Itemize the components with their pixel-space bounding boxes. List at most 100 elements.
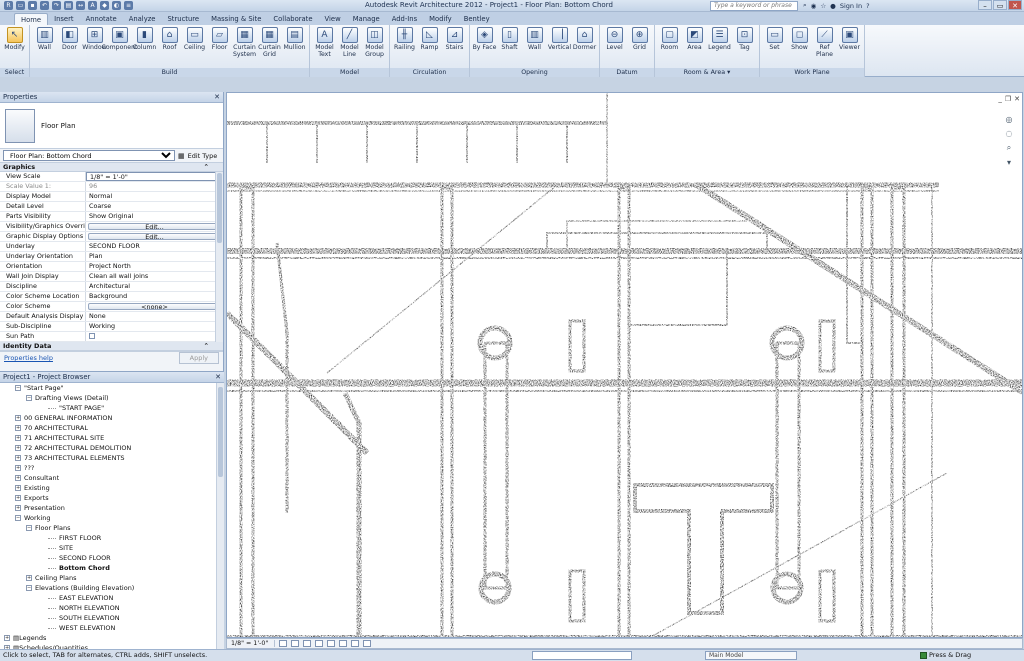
property-value[interactable]: Project North xyxy=(86,262,223,271)
expand-toggle-icon[interactable]: − xyxy=(26,525,32,531)
property-value[interactable]: Coarse xyxy=(86,202,223,211)
close-properties-icon[interactable]: ✕ xyxy=(214,92,220,103)
tree-item[interactable]: − "Start Page" xyxy=(0,383,224,393)
communication-icon[interactable]: ☆ xyxy=(820,2,826,10)
expand-toggle-icon[interactable]: + xyxy=(15,495,21,501)
minimize-button[interactable]: – xyxy=(978,0,992,10)
steering-wheel-icon[interactable]: ◌ xyxy=(1006,129,1013,138)
press-drag-toggle[interactable]: Press & Drag xyxy=(920,650,971,661)
expand-toggle-icon[interactable]: + xyxy=(4,635,10,641)
tab-analyze[interactable]: Analyze xyxy=(123,13,162,25)
expand-toggle-icon[interactable]: + xyxy=(15,465,21,471)
tree-item[interactable]: WEST ELEVATION xyxy=(0,623,224,633)
tab-structure[interactable]: Structure xyxy=(161,13,205,25)
expand-toggle-icon[interactable]: + xyxy=(15,455,21,461)
tab-home[interactable]: Home xyxy=(14,13,49,25)
property-value[interactable]: Architectural xyxy=(86,282,223,291)
tree-item[interactable]: "START PAGE" xyxy=(0,403,224,413)
property-edit-button[interactable]: Edit... xyxy=(88,233,221,240)
collapse-icon[interactable]: ⌃ xyxy=(204,163,209,172)
tree-item[interactable]: +73 ARCHITECTURAL ELEMENTS xyxy=(0,453,224,463)
tree-item[interactable]: Bottom Chord xyxy=(0,563,224,573)
tree-item[interactable]: + Exports xyxy=(0,493,224,503)
expand-toggle-icon[interactable]: + xyxy=(15,435,21,441)
text-icon[interactable]: A xyxy=(88,1,97,10)
show-crop-icon[interactable] xyxy=(339,640,348,647)
tree-item[interactable]: NORTH ELEVATION xyxy=(0,603,224,613)
save-icon[interactable]: ▪ xyxy=(28,1,37,10)
maximize-button[interactable]: ▭ xyxy=(993,0,1007,10)
property-value[interactable]: None xyxy=(86,312,223,321)
user-icon[interactable]: ● xyxy=(830,2,836,10)
tree-item[interactable]: +71 ARCHITECTURAL SITE xyxy=(0,433,224,443)
tree-item[interactable]: − Floor Plans xyxy=(0,523,224,533)
expand-toggle-icon[interactable]: − xyxy=(26,395,32,401)
crop-view-icon[interactable] xyxy=(327,640,336,647)
property-value[interactable]: Plan xyxy=(86,252,223,261)
tree-item[interactable]: SOUTH ELEVATION xyxy=(0,613,224,623)
sun-path-checkbox[interactable] xyxy=(89,333,95,339)
tree-item[interactable]: SECOND FLOOR xyxy=(0,553,224,563)
expand-toggle-icon[interactable]: + xyxy=(15,425,21,431)
property-section-identity-data[interactable]: Identity Data ⌃ xyxy=(0,342,223,351)
tab-add-ins[interactable]: Add-Ins xyxy=(386,13,423,25)
tree-item[interactable]: SITE xyxy=(0,543,224,553)
tab-collaborate[interactable]: Collaborate xyxy=(267,13,318,25)
type-selector-preview[interactable]: Floor Plan xyxy=(0,103,223,149)
tree-item[interactable]: − Elevations (Building Elevation) xyxy=(0,583,224,593)
expand-toggle-icon[interactable]: + xyxy=(15,505,21,511)
apply-button[interactable]: Apply xyxy=(178,352,219,364)
tree-item[interactable]: + ▤ Legends xyxy=(0,633,224,643)
tab-view[interactable]: View xyxy=(319,13,347,25)
view-restore-icon[interactable]: ❐ xyxy=(1005,95,1011,103)
property-edit-button[interactable]: Edit... xyxy=(88,223,221,230)
tab-insert[interactable]: Insert xyxy=(48,13,80,25)
properties-help-link[interactable]: Properties help xyxy=(4,354,53,362)
tree-item[interactable]: + Ceiling Plans xyxy=(0,573,224,583)
zoom-icon[interactable]: ⌕ xyxy=(1007,143,1011,153)
press-drag-checkbox[interactable] xyxy=(920,651,927,659)
tree-item[interactable]: + Presentation xyxy=(0,503,224,513)
sun-path-icon[interactable] xyxy=(303,640,312,647)
active-model-dropdown[interactable]: Main Model xyxy=(705,651,797,660)
detail-level-icon[interactable] xyxy=(279,640,288,647)
open-icon[interactable]: ▭ xyxy=(16,1,25,10)
navbar-menu-icon[interactable]: ▾ xyxy=(1007,158,1011,167)
tree-item[interactable]: + Consultant xyxy=(0,473,224,483)
expand-toggle-icon[interactable]: − xyxy=(15,515,21,521)
app-menu-icon[interactable]: R xyxy=(4,1,13,10)
viewcube-icon[interactable]: ◎ xyxy=(1006,115,1013,124)
property-value[interactable] xyxy=(86,332,223,341)
expand-toggle-icon[interactable]: + xyxy=(15,445,21,451)
property-value[interactable]: Normal xyxy=(86,192,223,201)
expand-toggle-icon[interactable]: − xyxy=(15,385,21,391)
subscription-icon[interactable]: ◉ xyxy=(811,2,817,10)
shadows-icon[interactable] xyxy=(315,640,324,647)
search-input[interactable]: Type a keyword or phrase xyxy=(710,1,798,11)
print-icon[interactable]: ▤ xyxy=(64,1,73,10)
tree-item[interactable]: − Working xyxy=(0,513,224,523)
tab-modify[interactable]: Modify xyxy=(423,13,458,25)
help-icon[interactable]: ? xyxy=(866,2,869,10)
edit-type-button[interactable]: Edit Type xyxy=(188,152,218,160)
view-minimize-icon[interactable]: _ xyxy=(998,95,1002,103)
expand-toggle-icon[interactable]: + xyxy=(15,475,21,481)
search-icon[interactable]: ⌕ xyxy=(803,1,807,10)
tab-annotate[interactable]: Annotate xyxy=(80,13,123,25)
view-close-icon[interactable]: ✕ xyxy=(1014,95,1020,103)
tree-item[interactable]: +72 ARCHITECTURAL DEMOLITION xyxy=(0,443,224,453)
tree-item[interactable]: FIRST FLOOR xyxy=(0,533,224,543)
filter-field[interactable] xyxy=(532,651,632,660)
expand-toggle-icon[interactable]: + xyxy=(26,575,32,581)
property-section-graphics[interactable]: Graphics ⌃ xyxy=(0,163,223,172)
view-scale-control[interactable]: 1/8" = 1'-0" xyxy=(231,640,276,647)
view-instance-dropdown[interactable]: Floor Plan: Bottom Chord xyxy=(3,150,175,161)
drawing-canvas[interactable]: _ ❐ ✕ ◎ ◌ ⌕ ▾ xyxy=(226,92,1023,638)
collapse-icon[interactable]: ⌃ xyxy=(204,342,209,351)
redo-icon[interactable]: ↷ xyxy=(52,1,61,10)
default-3d-icon[interactable]: ◆ xyxy=(100,1,109,10)
tree-item[interactable]: EAST ELEVATION xyxy=(0,593,224,603)
browser-scrollbar[interactable] xyxy=(216,383,224,650)
tree-item[interactable]: +??? xyxy=(0,463,224,473)
tree-item[interactable]: +00 GENERAL INFORMATION xyxy=(0,413,224,423)
